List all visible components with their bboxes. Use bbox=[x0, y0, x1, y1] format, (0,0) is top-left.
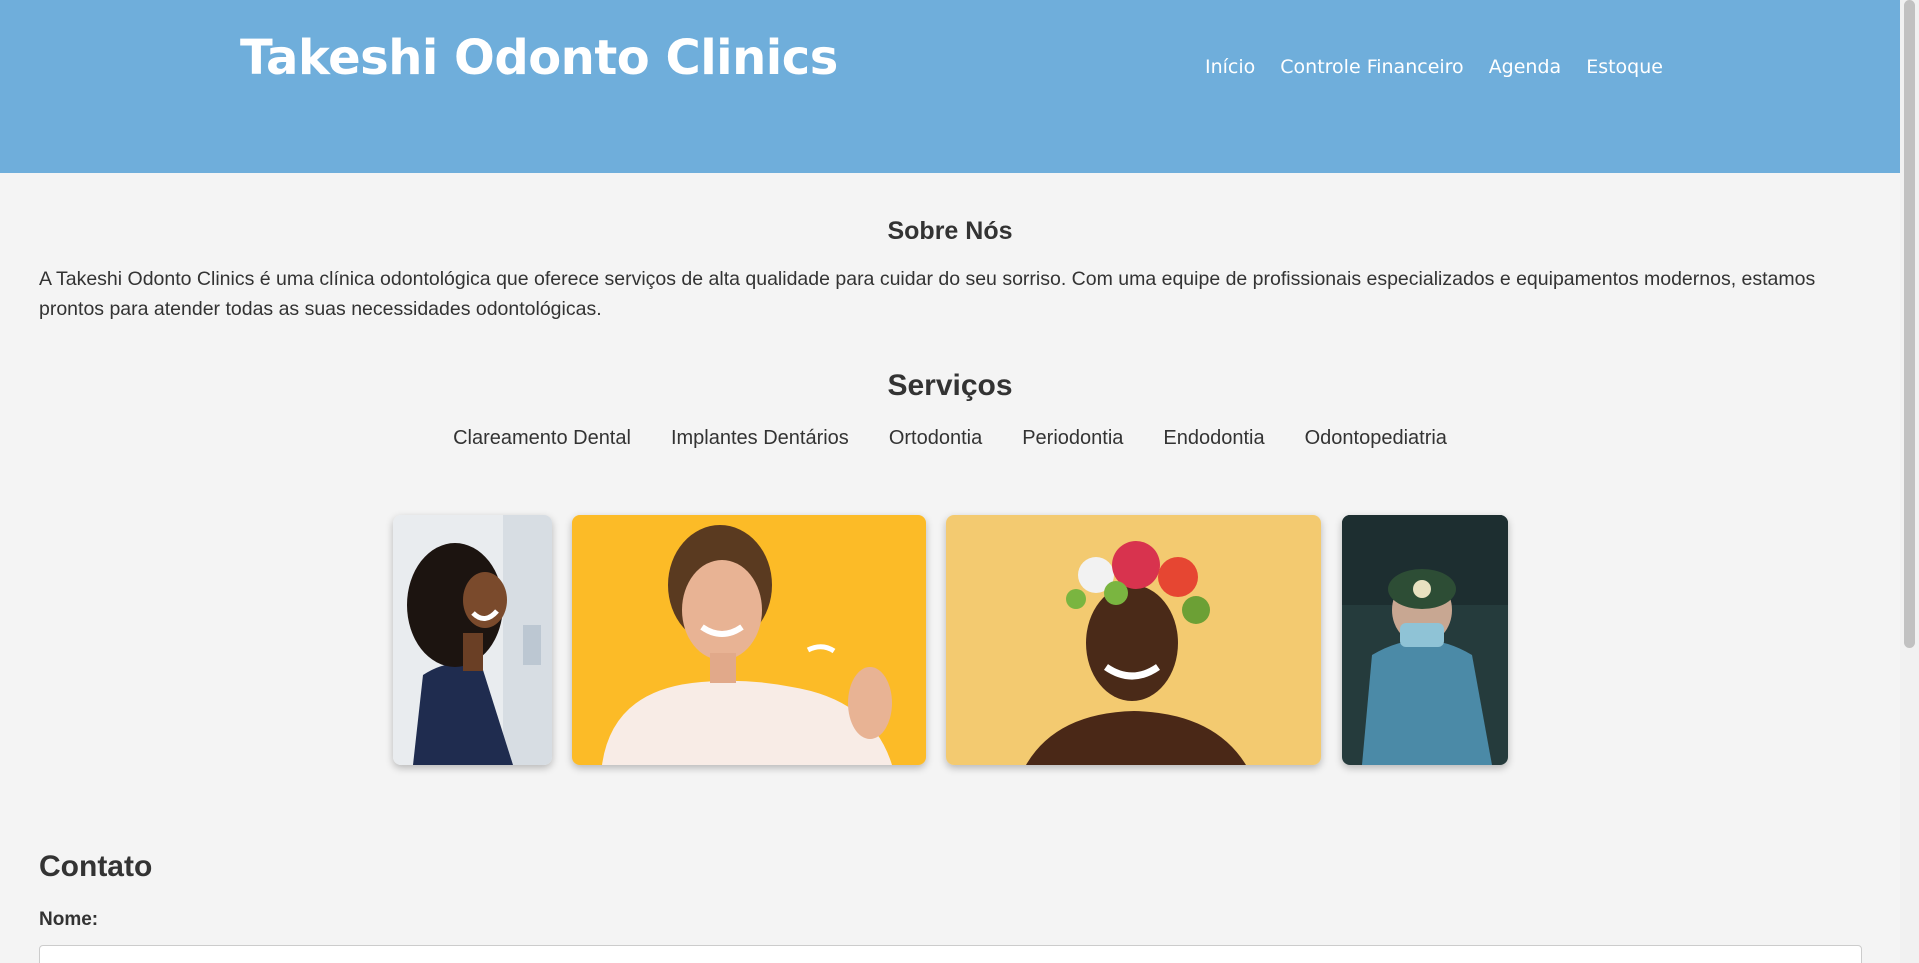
contact-title: Contato bbox=[39, 850, 153, 883]
woman-holding-aligner-photo bbox=[572, 515, 926, 765]
services-list: Clareamento Dental Implantes Dentários O… bbox=[0, 427, 1900, 450]
service-item[interactable]: Clareamento Dental bbox=[453, 427, 631, 450]
scrollbar-thumb[interactable] bbox=[1904, 0, 1915, 648]
photo-gallery bbox=[0, 515, 1900, 765]
nav-link-estoque[interactable]: Estoque bbox=[1586, 56, 1663, 78]
brand-title: Takeshi Odonto Clinics bbox=[240, 30, 838, 86]
woman-flower-crown-photo bbox=[946, 515, 1321, 765]
site-header: Takeshi Odonto Clinics Início Controle F… bbox=[0, 0, 1900, 173]
nav-link-controle-financeiro[interactable]: Controle Financeiro bbox=[1280, 56, 1463, 78]
main-nav: Início Controle Financeiro Agenda Estoqu… bbox=[1205, 56, 1663, 78]
service-item[interactable]: Periodontia bbox=[1022, 427, 1123, 450]
page: Takeshi Odonto Clinics Início Controle F… bbox=[0, 0, 1900, 963]
nav-link-agenda[interactable]: Agenda bbox=[1489, 56, 1562, 78]
service-item[interactable]: Odontopediatria bbox=[1305, 427, 1447, 450]
vertical-scrollbar[interactable] bbox=[1900, 0, 1919, 963]
about-title: Sobre Nós bbox=[887, 217, 1013, 245]
dental-surgeon-photo bbox=[1342, 515, 1508, 765]
service-item[interactable]: Ortodontia bbox=[889, 427, 982, 450]
about-text: A Takeshi Odonto Clinics é uma clínica o… bbox=[39, 268, 1816, 320]
nav-link-inicio[interactable]: Início bbox=[1205, 56, 1255, 78]
services-title: Serviços bbox=[887, 369, 1013, 402]
service-item[interactable]: Implantes Dentários bbox=[671, 427, 849, 450]
service-item[interactable]: Endodontia bbox=[1163, 427, 1264, 450]
name-label: Nome: bbox=[39, 909, 99, 930]
name-field[interactable] bbox=[39, 945, 1862, 963]
smiling-woman-photo bbox=[393, 515, 552, 765]
